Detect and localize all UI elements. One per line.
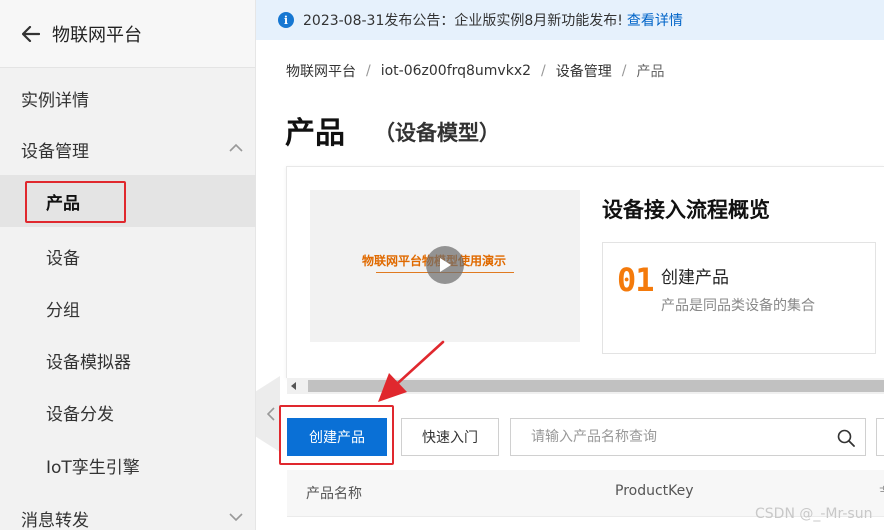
- breadcrumb-instance[interactable]: iot-06z00frq8umvkx2: [381, 63, 531, 79]
- sidebar-item-label: 实例详情: [21, 90, 89, 111]
- product-search-box: [510, 418, 866, 456]
- breadcrumb-separator: /: [541, 63, 546, 79]
- breadcrumb-product: 产品: [636, 64, 665, 80]
- chevron-left-icon: [267, 407, 275, 421]
- flow-overview-title: 设备接入流程概览: [602, 198, 770, 222]
- sidebar-item-label: 设备分发: [46, 404, 114, 425]
- sidebar-item-instance-detail[interactable]: 实例详情: [0, 72, 256, 124]
- sidebar-group-device-management[interactable]: 设备管理: [0, 123, 256, 175]
- toolbar-overflow-control[interactable]: [876, 418, 884, 456]
- scrollbar-thumb[interactable]: [308, 380, 884, 392]
- sidebar-item-label: 设备: [46, 248, 80, 269]
- horizontal-scrollbar[interactable]: [287, 378, 884, 394]
- page-title: 产品: [285, 116, 345, 151]
- announcement-detail-link[interactable]: 查看详情: [627, 10, 683, 30]
- step-number: 01: [617, 261, 655, 299]
- page-subtitle: （设备模型）: [374, 121, 500, 145]
- step-description: 产品是同品类设备的集合: [661, 298, 815, 314]
- flow-step-card[interactable]: 01 创建产品 产品是同品类设备的集合: [602, 242, 876, 354]
- column-node-type: 节: [879, 483, 884, 503]
- quick-start-button[interactable]: 快速入门: [401, 418, 499, 456]
- sidebar-item-label: 设备模拟器: [46, 352, 131, 373]
- play-icon[interactable]: [426, 246, 464, 284]
- column-product-key: ProductKey: [615, 483, 694, 499]
- breadcrumb: 物联网平台 / iot-06z00frq8umvkx2 / 设备管理 / 产品: [286, 61, 664, 81]
- column-product-name: 产品名称: [306, 486, 362, 502]
- sidebar-item-device-simulator[interactable]: 设备模拟器: [0, 334, 256, 386]
- product-search-input[interactable]: [511, 419, 833, 455]
- step-name: 创建产品: [661, 268, 729, 288]
- sidebar-item-label: 消息转发: [21, 510, 89, 530]
- breadcrumb-separator: /: [621, 63, 627, 79]
- demo-video-thumbnail[interactable]: 物联网平台物模型使用演示: [310, 190, 580, 342]
- sidebar-item-label: IoT孪生引擎: [46, 457, 140, 478]
- sidebar: 物联网平台 实例详情 设备管理 产品 设备 分组 设备模拟器 设备分发 IoT孪…: [0, 0, 256, 530]
- sidebar-group-message-forwarding[interactable]: 消息转发: [0, 492, 256, 530]
- breadcrumb-device-management[interactable]: 设备管理: [556, 61, 612, 81]
- back-label: 物联网平台: [52, 24, 142, 46]
- scroll-left-arrow-icon[interactable]: [291, 382, 296, 390]
- search-icon[interactable]: [837, 429, 855, 447]
- sidebar-item-label: 产品: [46, 193, 80, 214]
- sidebar-item-device[interactable]: 设备: [0, 230, 256, 282]
- announcement-text: 2023-08-31发布公告：企业版实例8月新功能发布!: [303, 13, 623, 29]
- announcement-bar: i 2023-08-31发布公告：企业版实例8月新功能发布! 查看详情: [256, 0, 884, 40]
- back-to-platform[interactable]: 物联网平台: [0, 0, 255, 68]
- arrow-left-icon: [22, 25, 40, 42]
- sidebar-item-group[interactable]: 分组: [0, 282, 256, 334]
- sidebar-item-product[interactable]: 产品: [0, 175, 256, 227]
- sidebar-item-iot-twin-engine[interactable]: IoT孪生引擎: [0, 439, 256, 491]
- breadcrumb-separator: /: [366, 63, 371, 79]
- info-icon: i: [278, 12, 294, 28]
- sidebar-item-device-distribution[interactable]: 设备分发: [0, 386, 256, 438]
- chevron-down-icon: [229, 513, 243, 522]
- breadcrumb-platform[interactable]: 物联网平台: [286, 61, 356, 81]
- watermark: CSDN @_-Mr-sun: [755, 506, 873, 522]
- create-product-button[interactable]: 创建产品: [287, 418, 387, 456]
- chevron-up-icon: [229, 143, 243, 152]
- sidebar-item-label: 分组: [46, 300, 80, 321]
- sidebar-item-label: 设备管理: [21, 141, 89, 162]
- sidebar-collapse-handle[interactable]: [256, 376, 280, 452]
